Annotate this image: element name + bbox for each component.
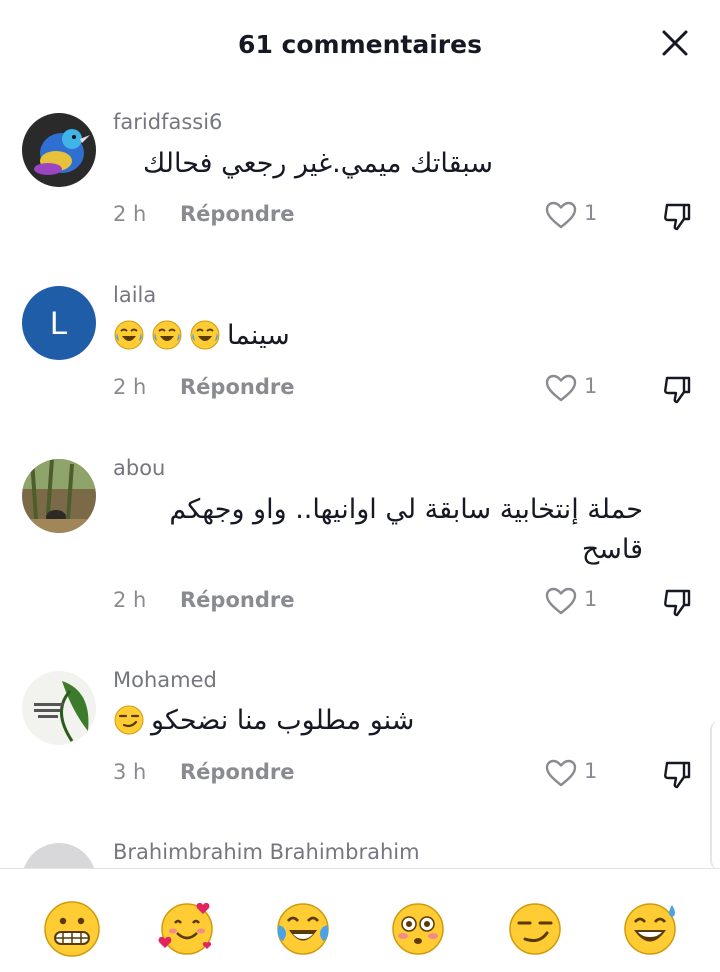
- face-with-tears-of-joy-icon: [151, 319, 183, 351]
- avatar[interactable]: [22, 459, 96, 533]
- close-icon[interactable]: [660, 28, 690, 58]
- avatar[interactable]: [22, 671, 96, 745]
- grimacing-face-icon[interactable]: [42, 899, 102, 959]
- heart-outline-icon: [545, 759, 577, 787]
- heart-outline-icon: [545, 374, 577, 402]
- like-count: 1: [584, 201, 598, 225]
- comment-text: سبقاتك ميمي.غير رجعي فحالك: [143, 148, 493, 179]
- comment-username[interactable]: faridfassi6: [113, 110, 222, 134]
- thumbs-down-icon: [664, 589, 691, 617]
- smirking-face-icon: [113, 704, 145, 736]
- dislike-button[interactable]: [660, 200, 694, 234]
- comment-item: L laila سينما 2 h Répondre 1: [0, 273, 720, 445]
- smirking-face-icon[interactable]: [505, 899, 565, 959]
- reply-button[interactable]: Répondre: [180, 202, 294, 226]
- like-button[interactable]: 1: [544, 584, 604, 618]
- avatar[interactable]: L: [22, 286, 96, 360]
- thumbs-down-icon: [664, 376, 691, 404]
- comment-text: شنو مطلوب منا نضحكو: [151, 704, 415, 736]
- comment-timestamp: 2 h: [113, 202, 147, 226]
- comment-username[interactable]: Brahimbrahim Brahimbrahim: [113, 840, 420, 864]
- comment-item: faridfassi6 سبقاتك ميمي.غير رجعي فحالك 2…: [0, 100, 720, 272]
- comment-item: abou حملة إنتخابية سابقة لي اوانيها.. وا…: [0, 446, 720, 658]
- like-button[interactable]: 1: [544, 756, 604, 790]
- avatar[interactable]: [22, 843, 96, 868]
- comment-username[interactable]: laila: [113, 283, 156, 307]
- dislike-button[interactable]: [660, 373, 694, 407]
- heart-outline-icon: [545, 201, 577, 229]
- like-button[interactable]: 1: [544, 371, 604, 405]
- comment-text: سينما: [227, 319, 290, 351]
- face-with-tears-of-joy-icon: [189, 319, 221, 351]
- reply-button[interactable]: Répondre: [180, 588, 294, 612]
- emoji-quick-bar: [0, 869, 720, 972]
- dislike-button[interactable]: [660, 586, 694, 620]
- reply-button[interactable]: Répondre: [180, 760, 294, 784]
- comment-text: حملة إنتخابية سابقة لي اوانيها.. واو وجه…: [169, 494, 643, 565]
- comment-timestamp: 2 h: [113, 375, 147, 399]
- thumbs-down-icon: [664, 761, 691, 789]
- comments-list[interactable]: faridfassi6 سبقاتك ميمي.غير رجعي فحالك 2…: [0, 100, 720, 868]
- avatar-letter: L: [50, 304, 68, 341]
- comment-text-row: شنو مطلوب منا نضحكو: [113, 700, 414, 740]
- comment-username[interactable]: Mohamed: [113, 668, 217, 692]
- comment-username[interactable]: abou: [113, 456, 165, 480]
- dislike-button[interactable]: [660, 758, 694, 792]
- thumbs-down-icon: [664, 203, 691, 231]
- grinning-sweat-face-icon[interactable]: [620, 899, 680, 959]
- comments-count-title: 61 commentaires: [238, 30, 482, 59]
- face-with-tears-of-joy-icon: [113, 319, 145, 351]
- like-count: 1: [584, 374, 598, 398]
- comment-timestamp: 2 h: [113, 588, 147, 612]
- comments-header: 61 commentaires: [0, 0, 720, 92]
- scroll-indicator: [710, 720, 720, 870]
- flushed-face-icon[interactable]: [388, 899, 448, 959]
- comment-timestamp: 3 h: [113, 760, 147, 784]
- heart-outline-icon: [545, 587, 577, 615]
- comment-text-row: سينما: [113, 315, 290, 355]
- smiling-face-with-hearts-icon[interactable]: [157, 899, 217, 959]
- like-button[interactable]: 1: [544, 198, 604, 232]
- face-with-tears-of-joy-icon[interactable]: [273, 899, 333, 959]
- reply-button[interactable]: Répondre: [180, 375, 294, 399]
- comment-item: Brahimbrahim Brahimbrahim: [0, 830, 720, 868]
- like-count: 1: [584, 759, 598, 783]
- like-count: 1: [584, 587, 598, 611]
- comment-item: Mohamed شنو مطلوب منا نضحكو 3 h Répondre…: [0, 658, 720, 830]
- avatar[interactable]: [22, 113, 96, 187]
